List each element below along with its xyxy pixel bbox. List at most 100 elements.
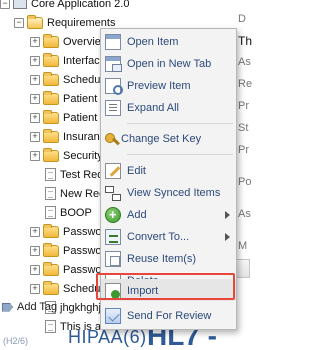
open-item-icon	[105, 34, 121, 50]
tree-node[interactable]: + Interface	[30, 51, 106, 70]
tree-node-label: Security	[63, 149, 103, 162]
menu-item-label: Send For Review	[127, 310, 212, 322]
tree-node[interactable]: + Insuranc	[30, 127, 105, 146]
folder-icon	[43, 52, 59, 67]
tree-node-label: Test Req	[60, 168, 104, 181]
import-highlight-box	[96, 273, 235, 300]
panel-fragment: M	[238, 240, 248, 252]
panel-fragment: Th	[238, 34, 253, 48]
menu-item-send-for-review[interactable]: Send For Review	[101, 305, 236, 327]
menu-item-label: Open Item	[127, 36, 179, 48]
expand-all-icon	[105, 100, 121, 116]
document-icon	[45, 187, 56, 200]
expand-toggle-icon[interactable]: +	[30, 112, 40, 123]
menu-item-open-item[interactable]: Open Item	[101, 31, 236, 53]
folder-icon	[43, 242, 59, 257]
panel-fragment: Pr	[238, 100, 249, 112]
menu-item-open-new-tab[interactable]: Open in New Tab	[101, 53, 236, 75]
add-icon	[105, 207, 121, 223]
folder-icon	[43, 147, 59, 162]
menu-item-view-synced-items[interactable]: View Synced Items	[101, 182, 236, 204]
expand-toggle-icon[interactable]: +	[30, 36, 40, 47]
menu-item-label: Add	[127, 209, 147, 221]
tree-node[interactable]: + Patient In	[30, 89, 109, 108]
panel-fragment: Re	[238, 78, 253, 90]
panel-fragment: Po	[238, 176, 252, 188]
submenu-arrow-icon	[225, 233, 230, 241]
document-icon	[45, 206, 56, 219]
tree-node[interactable]: New Req	[45, 184, 105, 203]
expand-toggle-icon[interactable]: +	[30, 131, 40, 142]
convert-icon	[105, 229, 121, 245]
tree-node[interactable]: BOOP	[45, 203, 92, 222]
add-tag-button[interactable]: Add Tag	[0, 298, 57, 316]
menu-item-label: View Synced Items	[127, 187, 221, 199]
edit-icon	[105, 163, 121, 179]
expand-toggle-icon[interactable]: +	[30, 74, 40, 85]
folder-open-icon	[27, 14, 43, 29]
menu-item-edit[interactable]: Edit	[101, 160, 236, 182]
tree-node[interactable]: + Passwor	[30, 222, 105, 241]
folder-icon	[43, 261, 59, 276]
panel-fragment: Pr	[238, 144, 249, 156]
menu-item-convert-to[interactable]: Convert To...	[101, 226, 236, 248]
tree-node[interactable]: + Security	[30, 146, 103, 165]
expand-toggle-icon[interactable]: +	[30, 245, 40, 256]
tree-node[interactable]: + Overview	[30, 32, 109, 51]
expand-toggle-icon[interactable]: +	[30, 93, 40, 104]
menu-item-label: Convert To...	[127, 231, 190, 243]
expand-toggle-icon[interactable]: +	[30, 55, 40, 66]
tag-link[interactable]: HIPAA(6)	[68, 327, 147, 348]
new-tab-icon	[105, 56, 122, 72]
tag-link[interactable]: (H2/6)	[3, 336, 28, 346]
menu-item-preview-item[interactable]: Preview Item	[101, 75, 236, 97]
panel-fragment: St	[238, 122, 249, 134]
document-icon	[45, 168, 56, 181]
tree-node[interactable]: + Passwor	[30, 260, 105, 279]
collapse-toggle-icon[interactable]: −	[0, 0, 10, 9]
tree-node-label: jhgkhghj	[60, 301, 101, 314]
menu-item-label: Open in New Tab	[127, 58, 212, 70]
menu-item-label: Edit	[127, 165, 146, 177]
tree-node-label: Passwor	[63, 225, 106, 238]
tree-node-label: BOOP	[60, 206, 92, 219]
panel-fragment: As	[238, 56, 251, 68]
menu-separator	[127, 154, 233, 155]
tree-node-label: Core Application 2.0	[31, 0, 130, 10]
menu-item-label: Preview Item	[127, 80, 191, 92]
tree-node[interactable]: + Passwor	[30, 241, 105, 260]
tree-node-root[interactable]: − Core Application 2.0	[0, 0, 129, 13]
collapse-toggle-icon[interactable]: −	[14, 17, 24, 28]
folder-icon	[43, 33, 59, 48]
tree-node-label: New Req	[60, 187, 106, 200]
expand-toggle-icon[interactable]: +	[30, 226, 40, 237]
panel-fragment: D	[238, 13, 246, 25]
send-review-icon	[105, 308, 121, 324]
panel-fragment: As	[238, 208, 251, 220]
reuse-icon	[105, 251, 121, 267]
folder-icon	[43, 280, 59, 295]
menu-separator	[127, 123, 233, 124]
menu-item-change-set-key[interactable]: Change Set Key	[101, 128, 236, 150]
tag-icon	[2, 302, 13, 312]
tree-node-label: Passwor	[63, 244, 106, 257]
expand-toggle-icon[interactable]: +	[30, 264, 40, 275]
submenu-arrow-icon	[225, 211, 230, 219]
tree-node-label: Insuranc	[63, 130, 106, 143]
menu-item-reuse-items[interactable]: Reuse Item(s)	[101, 248, 236, 270]
menu-item-label: Expand All	[127, 102, 179, 114]
folder-icon	[43, 71, 59, 86]
tree-node[interactable]: Test Req	[45, 165, 103, 184]
expand-toggle-icon[interactable]: +	[30, 283, 40, 294]
expand-toggle-icon[interactable]: +	[30, 150, 40, 161]
tree-node[interactable]: + Patient D	[30, 108, 108, 127]
menu-item-label: Change Set Key	[121, 133, 202, 145]
menu-item-expand-all[interactable]: Expand All	[101, 97, 236, 119]
tree-node-label: Requirements	[47, 16, 116, 29]
folder-icon	[43, 128, 59, 143]
project-icon	[13, 0, 27, 9]
menu-item-add[interactable]: Add	[101, 204, 236, 226]
key-icon	[105, 133, 115, 143]
folder-icon	[43, 90, 59, 105]
folder-icon	[43, 223, 59, 238]
